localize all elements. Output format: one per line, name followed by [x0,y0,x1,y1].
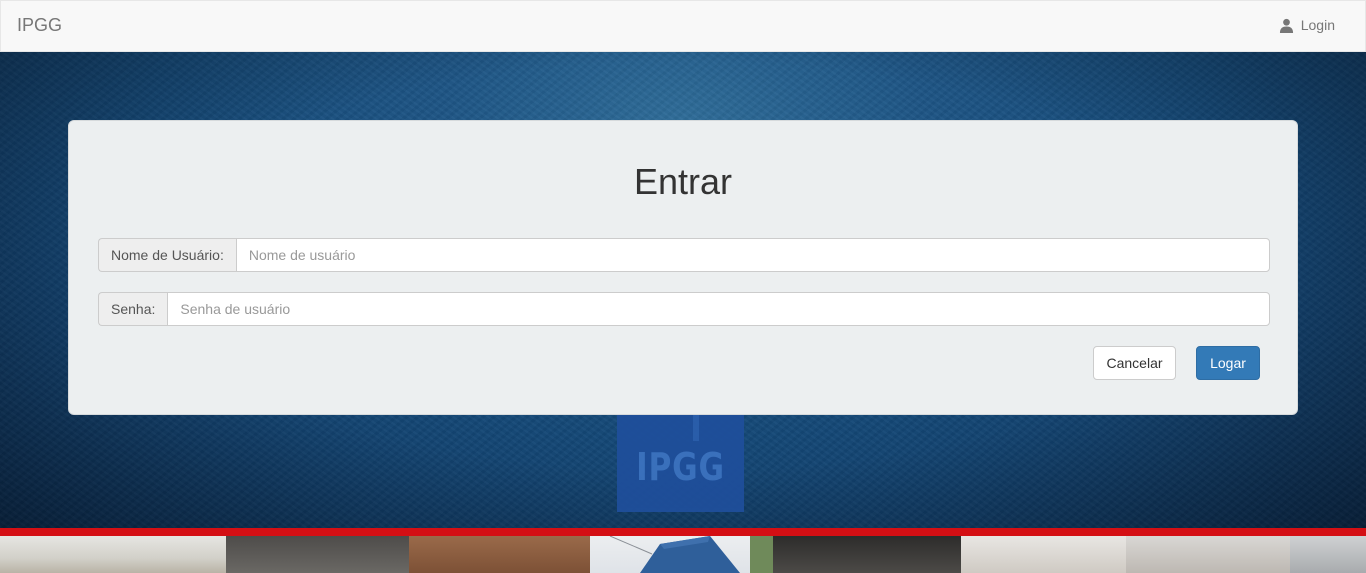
photo-thumbnail [773,536,961,573]
nav-login-link[interactable]: Login [1279,17,1335,33]
photo-thumbnail [590,536,773,573]
photo-thumbnail [226,536,409,573]
photo-thumbnail [1290,536,1366,573]
red-divider-band [0,528,1366,536]
login-title: Entrar [633,161,733,202]
ipgg-logo: IPGG [617,415,744,512]
top-navbar: IPGG Login [0,0,1366,52]
photo-thumbnail [1126,536,1290,573]
login-button[interactable]: Logar [1196,346,1260,380]
logo-mark [693,415,699,441]
user-icon [1279,18,1293,33]
cancel-button[interactable]: Cancelar [1093,346,1176,380]
brand-link[interactable]: IPGG [17,15,62,36]
photo-thumbnail [409,536,590,573]
username-input[interactable] [235,238,1270,272]
photo-strip [0,536,1366,573]
password-input[interactable] [167,292,1270,326]
photo-thumbnail [961,536,1126,573]
password-label: Senha: [98,292,168,326]
building-image [609,536,773,573]
photo-thumbnail [0,536,226,573]
logo-text: IPGG [636,445,725,489]
username-label: Nome de Usuário: [98,238,236,272]
nav-login-label: Login [1300,17,1335,33]
login-panel: Entrar Nome de Usuário: Senha: Cancelar … [68,120,1298,415]
username-group: Nome de Usuário: [98,238,1270,272]
password-group: Senha: [98,292,1270,326]
